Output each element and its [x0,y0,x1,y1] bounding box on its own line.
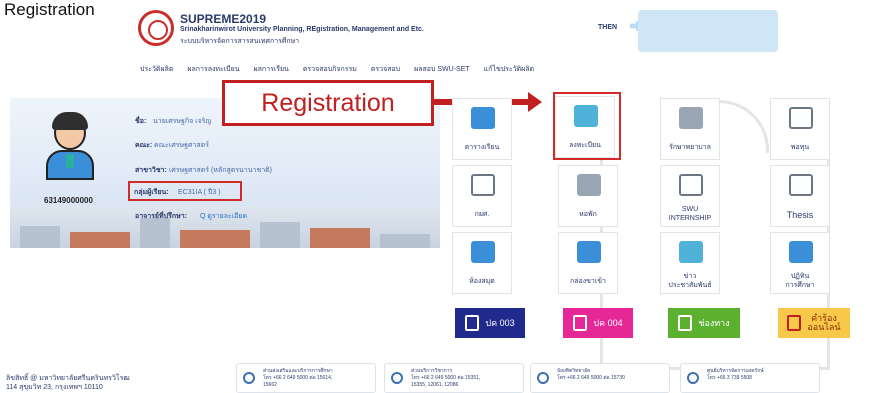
advisor-link[interactable]: Q ดูรายละเอียด [200,211,247,222]
advisor-label: อาจารย์ที่ปรึกษา: [135,213,187,220]
building-icon [577,174,601,196]
form-004-button[interactable]: ปค 004 [563,308,633,338]
faculty-label: คณะ: [135,142,153,149]
contact-channel-button[interactable]: ช่องทาง [668,308,740,338]
name-value: นายเศรษฐกิจ เจริญ [153,118,212,125]
footer-address: 114 สุขุมวิท 23, กรุงเทพฯ 10110 [6,384,103,391]
inbox-tray-icon [577,241,601,263]
library-icon [471,241,495,263]
tile-dormitory[interactable]: หอพัก [558,165,618,227]
tile-calendar[interactable]: ปฏิทิน การศึกษา [770,232,830,294]
contact-card-ongkharak-center[interactable]: ศูนย์บริหารจัดการองครักษ์ โทร +66 3 739 5… [680,363,820,393]
tile-scholarship[interactable]: พอทุน [770,98,830,160]
main-nav: ประวัติผลิต ผลการลงทะเบียน ผลการเรียน ตร… [140,64,534,78]
contact-card-graduate-school[interactable]: บัณฑิตวิทยาลัย โทร +66 2 649 5000 ต่อ 157… [530,363,670,393]
tile-internship[interactable]: SWU INTERNSHIP [660,165,720,227]
app-subtitle-th: ระบบบริหารจัดการสารสนเทศการศึกษา [180,38,300,45]
contact-card-education-services[interactable]: ส่วนส่งเสริมและบริการการศึกษา โทร +66 2 6… [236,363,376,393]
money-bag-icon [789,107,813,129]
major-value: เศรษฐศาสตร์ (หลักสูตรนานาชาติ) [169,167,273,174]
group-label: กลุ่มผู้เรียน: [134,189,169,196]
tile-timetable[interactable]: ตารางเรียน [452,98,512,160]
tile-thesis[interactable]: Thesis [770,165,830,227]
student-loan-logo-icon [471,174,495,196]
university-logo[interactable] [138,10,174,46]
tile-library[interactable]: ห้องสมุด [452,232,512,294]
form-003-button[interactable]: ปค 003 [455,308,525,338]
thesis-book-icon [789,174,813,196]
callout-text: Registration [261,89,395,117]
chat-bubble-icon [679,241,703,263]
nav-item-check[interactable]: ตรวจสอบ [371,64,400,78]
register-highlight [553,92,621,160]
student-id: 63149000000 [44,196,93,205]
app-title: SUPREME2019 [180,12,267,26]
timetable-icon [471,107,495,129]
tile-news[interactable]: ข่าว ประชาสัมพันธ์ [660,232,720,294]
nav-item-activities[interactable]: ตรวจสอบกิจกรรม [303,64,357,78]
user-info-box [638,10,778,52]
doctor-icon [679,107,703,129]
app-subtitle-en: Srinakharinwirot University Planning, RE… [180,26,424,33]
registration-callout: Registration [222,80,434,126]
calendar-icon [789,241,813,263]
document-icon [465,315,480,331]
nav-item-registration-result[interactable]: ผลการลงทะเบียน [187,64,239,78]
tile-inbox[interactable]: กล่องขาเข้า [558,232,618,294]
document-icon [573,315,588,331]
nav-item-edit-profile[interactable]: แก้ไขประวัติผลิต [484,64,534,78]
phone-icon [537,372,549,384]
megaphone-icon [787,315,802,331]
major-label: สาขาวิชา: [135,167,167,174]
user-name: THEN [598,24,618,31]
online-petition-button[interactable]: คำร้อง ออนไลน์ [778,308,850,338]
person-icon [679,174,703,196]
message-icon [678,315,693,331]
nav-item-swu-set[interactable]: ผลสอบ SWU-SET [414,64,470,78]
name-label: ชื่อ: [135,118,147,125]
top-bar: SUPREME2019 Srinakharinwirot University … [130,6,830,56]
nav-item-student-profile[interactable]: ประวัติผลิต [140,64,173,78]
phone-icon [243,372,255,384]
group-value: EC31IA ( ปี3 ) [178,189,221,196]
faculty-value: คณะเศรษฐศาสตร์ [154,142,209,149]
page-header-label: Registration [4,0,95,19]
nav-item-grades[interactable]: ผลการเรียน [254,64,289,78]
tile-student-loan[interactable]: กยศ. [452,165,512,227]
tile-healthcare[interactable]: รักษาพยาบาล [660,98,720,160]
phone-icon [391,372,403,384]
avatar [38,110,102,180]
phone-icon [687,372,699,384]
contact-card-academic-services[interactable]: ส่วนบริการวิชาการ โทร +66 2 649 5000 ต่อ … [384,363,524,393]
